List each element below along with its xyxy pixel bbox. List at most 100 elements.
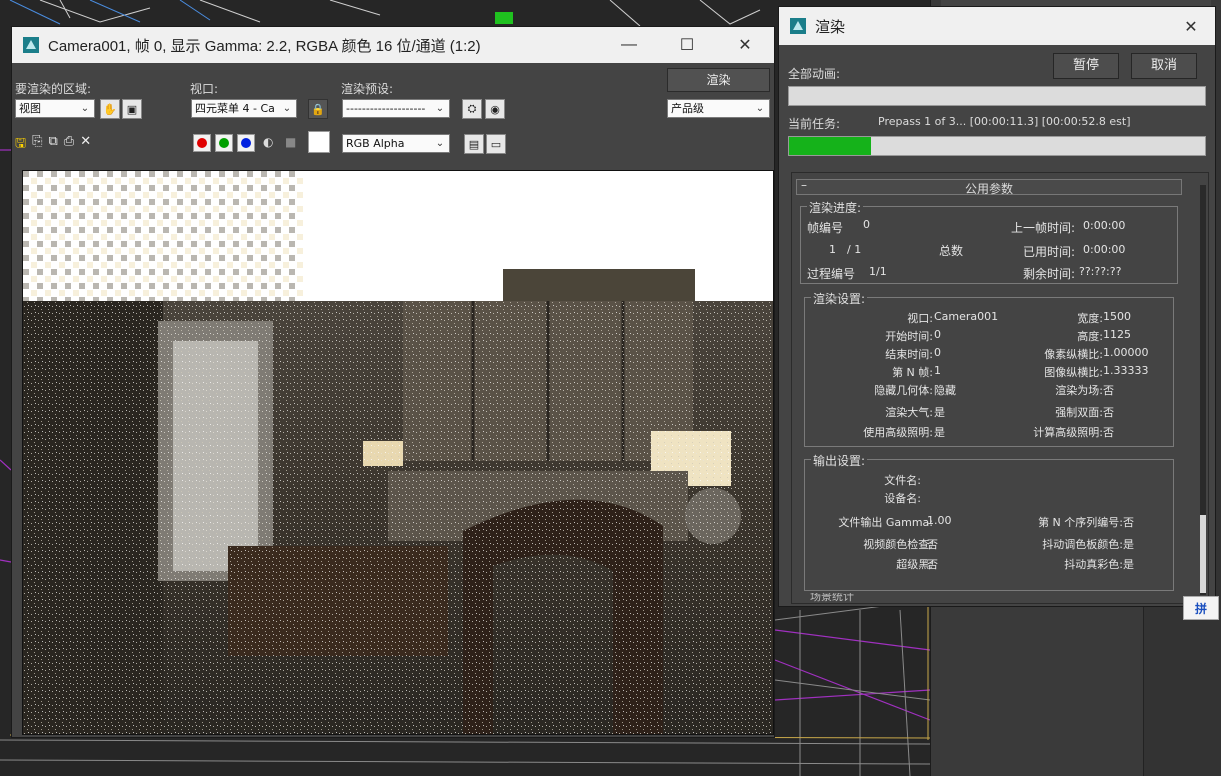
print-icon[interactable]: ⎙ bbox=[64, 134, 74, 156]
param-value: 否 bbox=[1123, 516, 1134, 529]
output-settings-group: 输出设置: 文件名: 设备名: 文件输出 Gamma: 1.00 视频颜色检查: 否超… bbox=[804, 452, 1174, 591]
toggle-ui-overlay-icon[interactable]: ▤ bbox=[464, 134, 484, 154]
current-task-progress-bar bbox=[788, 136, 1206, 156]
param-label: 第 N 帧: bbox=[892, 366, 933, 379]
common-parameters-rollout: – 公用参数 渲染进度: 帧编号 0 上一帧时间: 0:00:00 1 / 1 … bbox=[791, 172, 1209, 604]
param-label: 文件输出 Gamma: bbox=[838, 516, 933, 529]
rollout-title: 公用参数 bbox=[964, 182, 1013, 196]
3dsmax-app-icon bbox=[790, 18, 806, 34]
cancel-button[interactable]: 取消 bbox=[1131, 53, 1197, 79]
remaining-time-label: 剩余时间: bbox=[1023, 267, 1076, 281]
area-dropdown-value: 视图 bbox=[19, 102, 41, 115]
param-value: 否 bbox=[927, 558, 938, 571]
copy-icon[interactable]: ⎘ bbox=[32, 134, 42, 156]
toggle-ui-icon[interactable]: ▭ bbox=[486, 134, 506, 154]
current-task-text: Prepass 1 of 3... [00:00:11.3] [00:00:52… bbox=[878, 115, 1131, 128]
preset-dropdown[interactable]: -------------------- ⌄ bbox=[342, 99, 450, 118]
pass-number-label: 过程编号 bbox=[807, 267, 856, 281]
chevron-down-icon: ⌄ bbox=[80, 103, 90, 114]
group-title: 渲染设置: bbox=[811, 290, 868, 307]
param-label: 隐藏几何体: bbox=[874, 384, 933, 397]
chevron-down-icon: ⌄ bbox=[435, 103, 445, 114]
param-label: 图像纵横比: bbox=[1044, 366, 1103, 379]
frame-buffer-titlebar[interactable]: Camera001, 帧 0, 显示 Gamma: 2.2, RGBA 颜色 1… bbox=[12, 27, 774, 63]
viewport-dropdown[interactable]: 四元菜单 4 - Ca ⌄ bbox=[191, 99, 297, 118]
group-title: 输出设置: bbox=[811, 452, 868, 469]
blue-dot-icon bbox=[241, 138, 251, 148]
param-value: 否 bbox=[1103, 426, 1114, 439]
channel-dropdown-value: RGB Alpha bbox=[346, 137, 405, 150]
current-task-progress-fill bbox=[789, 137, 871, 155]
viewport-dropdown-value: 四元菜单 4 - Ca bbox=[195, 102, 275, 115]
channel-dropdown[interactable]: RGB Alpha ⌄ bbox=[342, 134, 450, 153]
last-frame-time-label: 上一帧时间: bbox=[1011, 221, 1076, 235]
current-task-label: 当前任务: bbox=[788, 117, 841, 131]
red-dot-icon bbox=[197, 138, 207, 148]
scene-statistics-cut-label: 场景统计 bbox=[810, 593, 854, 603]
green-channel-button[interactable] bbox=[215, 134, 233, 152]
param-value: 0 bbox=[934, 328, 941, 341]
param-label: 渲染为场: bbox=[1055, 384, 1103, 397]
param-value: 0 bbox=[934, 346, 941, 359]
elapsed-time-value: 0:00:00 bbox=[1083, 243, 1126, 256]
clear-icon[interactable]: ✕ bbox=[80, 134, 91, 156]
save-icon[interactable]: 🖫 bbox=[15, 134, 26, 156]
param-label: 第 N 个序列编号: bbox=[1038, 516, 1123, 529]
chevron-down-icon: ⌄ bbox=[435, 138, 445, 149]
clone-icon[interactable]: ⧉ bbox=[48, 134, 57, 156]
ime-indicator[interactable]: 拼 bbox=[1183, 596, 1219, 620]
close-button[interactable]: ✕ bbox=[716, 27, 774, 63]
chevron-down-icon: ⌄ bbox=[755, 103, 765, 114]
render-progress-dialog: 渲染 ✕ 暂停 取消 全部动画: 当前任务: Prepass 1 of 3...… bbox=[778, 6, 1216, 607]
param-label: 高度: bbox=[1077, 330, 1103, 343]
render-canvas bbox=[23, 171, 773, 734]
param-label: 使用高级照明: bbox=[863, 426, 933, 439]
param-label: 渲染大气: bbox=[885, 406, 933, 419]
param-label: 宽度: bbox=[1077, 312, 1103, 325]
red-channel-button[interactable] bbox=[193, 134, 211, 152]
param-label: 视口: bbox=[907, 312, 933, 325]
render-settings-group: 渲染设置: 视口: Camera001 开始时间: 0 结束时间: 0 第 N 帧: 1 隐藏几… bbox=[804, 290, 1174, 447]
area-label: 要渲染的区域: bbox=[15, 82, 92, 96]
frame-count-value: 1 bbox=[829, 243, 836, 256]
file-name-label: 文件名: bbox=[884, 474, 921, 487]
render-dialog-titlebar[interactable]: 渲染 ✕ bbox=[779, 7, 1215, 45]
alpha-channel-icon[interactable]: ◐ bbox=[263, 135, 273, 149]
param-label: 抖动调色板颜色: bbox=[1042, 538, 1123, 551]
rollout-header[interactable]: – 公用参数 bbox=[796, 178, 1182, 196]
chevron-down-icon: ⌄ bbox=[282, 103, 292, 114]
param-label: 强制双面: bbox=[1055, 406, 1103, 419]
preset-dropdown-value: -------------------- bbox=[346, 102, 426, 115]
all-animation-label: 全部动画: bbox=[788, 67, 841, 81]
auto-region-icon[interactable]: ▣ bbox=[122, 99, 142, 119]
preset-label: 渲染预设: bbox=[341, 82, 394, 96]
param-value: 1.00000 bbox=[1103, 346, 1149, 359]
color-swatch[interactable] bbox=[308, 131, 330, 153]
render-button[interactable]: 渲染 bbox=[667, 68, 770, 92]
param-value: 1 bbox=[934, 364, 941, 377]
environment-icon[interactable]: ◉ bbox=[485, 99, 505, 119]
scrollbar-thumb[interactable] bbox=[1200, 515, 1206, 593]
device-name-label: 设备名: bbox=[884, 492, 921, 505]
pause-button[interactable]: 暂停 bbox=[1053, 53, 1119, 79]
minimize-button[interactable]: — bbox=[600, 27, 658, 63]
close-button[interactable]: ✕ bbox=[1167, 7, 1215, 45]
rendered-image bbox=[22, 170, 774, 735]
param-value: 1500 bbox=[1103, 310, 1131, 323]
blue-channel-button[interactable] bbox=[237, 134, 255, 152]
param-value: 否 bbox=[1103, 384, 1114, 397]
maximize-button[interactable]: ☐ bbox=[658, 27, 716, 63]
param-value: 1.00 bbox=[927, 514, 952, 527]
lock-icon[interactable]: 🔒 bbox=[308, 99, 328, 119]
param-label: 计算高级照明: bbox=[1033, 426, 1103, 439]
group-title: 渲染进度: bbox=[807, 199, 864, 216]
viewport-label: 视口: bbox=[190, 82, 219, 96]
quality-dropdown[interactable]: 产品级 ⌄ bbox=[667, 99, 770, 118]
monochrome-icon[interactable]: ■ bbox=[285, 135, 296, 149]
param-label: 超级黑: bbox=[896, 558, 933, 571]
area-dropdown[interactable]: 视图 ⌄ bbox=[15, 99, 95, 118]
rollout-scrollbar[interactable] bbox=[1200, 185, 1206, 595]
render-setup-icon[interactable]: ⛭ bbox=[462, 99, 482, 119]
edit-region-icon[interactable]: ✋ bbox=[100, 99, 120, 119]
param-value: 是 bbox=[1123, 538, 1134, 551]
